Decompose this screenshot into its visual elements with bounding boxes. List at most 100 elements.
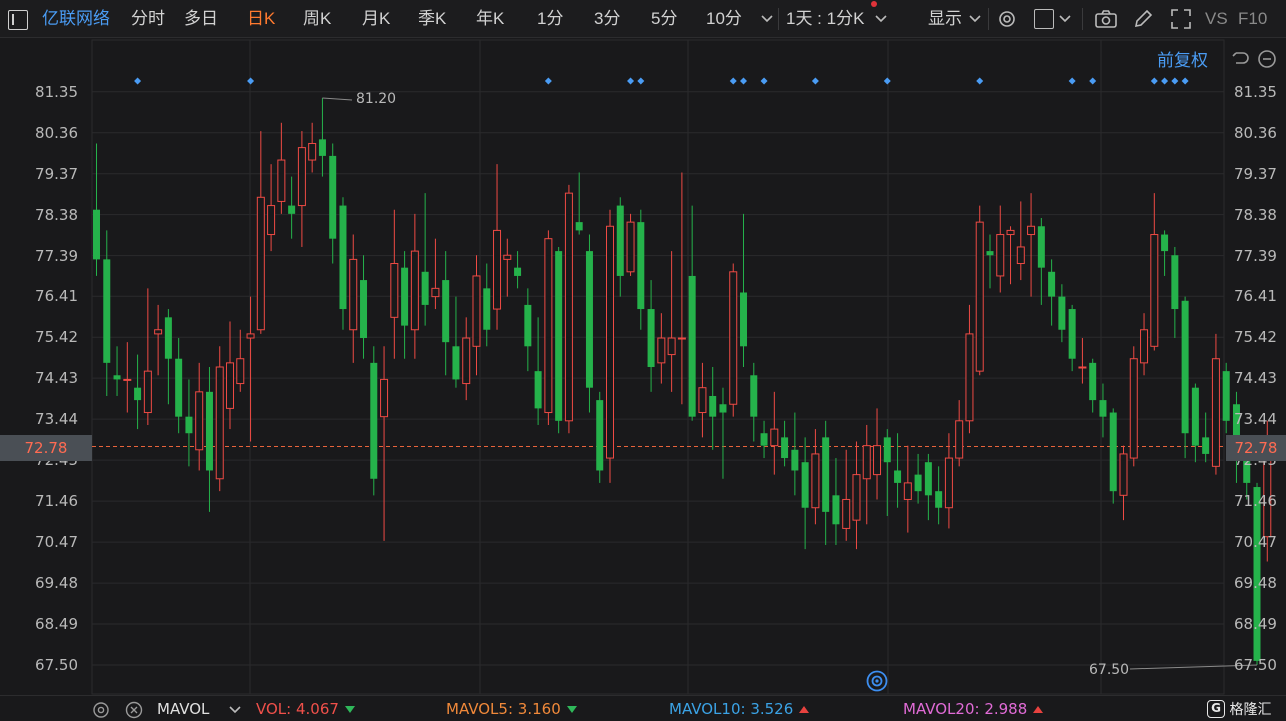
y-tick-right: 70.47 [1234,533,1277,552]
tab-period-4[interactable]: 月K [362,0,390,38]
stock-name[interactable]: 亿联网络 [42,0,110,38]
locate-icon[interactable] [866,670,888,692]
chevron-down-icon[interactable] [874,13,888,25]
down-arrow-icon [344,706,355,713]
event-marker [544,77,552,85]
candle-body [781,437,789,459]
candlestick-chart[interactable] [0,0,1286,721]
y-tick-right: 79.37 [1234,164,1277,183]
candle-body [164,317,172,359]
gear-icon[interactable] [92,701,110,719]
candle-body [339,205,347,310]
candle-body [811,453,820,509]
undo-icon[interactable] [1230,49,1250,69]
candle-body [1027,225,1036,236]
vs-button[interactable]: VS [1205,0,1228,38]
candle-body [822,437,830,512]
zoom-out-icon[interactable] [1257,49,1277,69]
up-arrow-icon [799,706,810,713]
tab-period-9[interactable]: 5分 [651,0,677,38]
mavol10-label: MAVOL10: [669,700,746,718]
candle-body [729,271,738,405]
square-icon[interactable] [1034,9,1054,29]
candle-body [944,457,953,509]
pencil-icon[interactable] [1132,8,1154,30]
event-marker [637,77,645,85]
tab-period-0[interactable]: 分时 [131,0,165,38]
candle-body [123,378,132,381]
candle-body [1016,246,1025,265]
candle-body [616,205,624,276]
tab-period-7[interactable]: 1分 [537,0,563,38]
candle-body [431,287,440,298]
candle-body [410,250,419,331]
candle-body [472,275,481,347]
f10-button[interactable]: F10 [1238,0,1267,38]
candle-body [873,445,882,476]
indicator-bar: MAVOL VOL: 4.067 MAVOL5: 3.160 MAVOL10: … [0,695,1286,721]
divider [778,8,779,30]
candle-body [308,142,317,161]
event-marker [760,77,768,85]
candle-body [975,221,984,372]
close-icon[interactable] [125,701,143,719]
interval-select[interactable]: 1天 : 1分K [786,0,864,38]
chevron-down-icon[interactable] [760,13,774,25]
candle-body [1140,329,1149,364]
candle-body [924,462,932,496]
candle-body [1048,271,1056,297]
candle-body [277,159,286,202]
candle-body [637,222,645,310]
candle-body [1181,300,1189,434]
candle-body [1150,234,1159,347]
candle-body [103,259,111,363]
candle-body [1006,229,1015,236]
indicator-name[interactable]: MAVOL [157,700,209,718]
tab-period-1[interactable]: 多日 [184,0,218,38]
candle-body [288,205,296,214]
camera-icon[interactable] [1094,9,1118,29]
sidebar-toggle-icon[interactable] [8,10,28,30]
event-marker [247,77,255,85]
tab-period-5[interactable]: 季K [418,0,446,38]
candle-body [154,329,163,335]
candle-body [267,205,276,236]
candle-body [134,387,142,401]
adjust-mode-button[interactable]: 前复权 [1157,46,1208,71]
candle-body [1202,437,1210,454]
candle-body [483,288,491,330]
candle-body [596,400,604,471]
candle-body [688,275,696,417]
y-tick-left: 79.37 [35,164,78,183]
candle-body [462,337,471,385]
mavol5-readout: MAVOL5: 3.160 [446,700,577,718]
fullscreen-icon[interactable] [1170,8,1192,30]
candle-body [1119,453,1128,496]
event-marker [740,77,748,85]
candle-body [1222,371,1230,421]
candle-body [894,470,902,483]
tab-period-6[interactable]: 年K [476,0,504,38]
candle-body [1129,358,1138,459]
watermark-text: 格隆汇 [1229,702,1272,718]
chevron-down-icon[interactable] [228,704,242,716]
candle-body [1109,412,1117,492]
tab-period-8[interactable]: 3分 [594,0,620,38]
chevron-down-icon[interactable] [968,13,982,25]
chevron-down-icon[interactable] [1058,13,1072,25]
candle-body [1078,366,1087,369]
gear-icon[interactable] [996,8,1018,30]
candle-body [236,358,245,385]
tab-period-2[interactable]: 日K [247,0,275,38]
tab-period-10[interactable]: 10分 [706,0,742,38]
candle-body [801,462,809,508]
mavol5-label: MAVOL5: [446,700,514,718]
y-tick-left: 73.44 [35,410,78,429]
candle-body [1068,309,1076,359]
tab-period-3[interactable]: 周K [303,0,331,38]
mavol20-value: 2.988 [984,700,1028,718]
event-marker [811,77,819,85]
event-marker [134,77,142,85]
candle-body [677,337,686,340]
display-menu[interactable]: 显示 [928,0,962,38]
